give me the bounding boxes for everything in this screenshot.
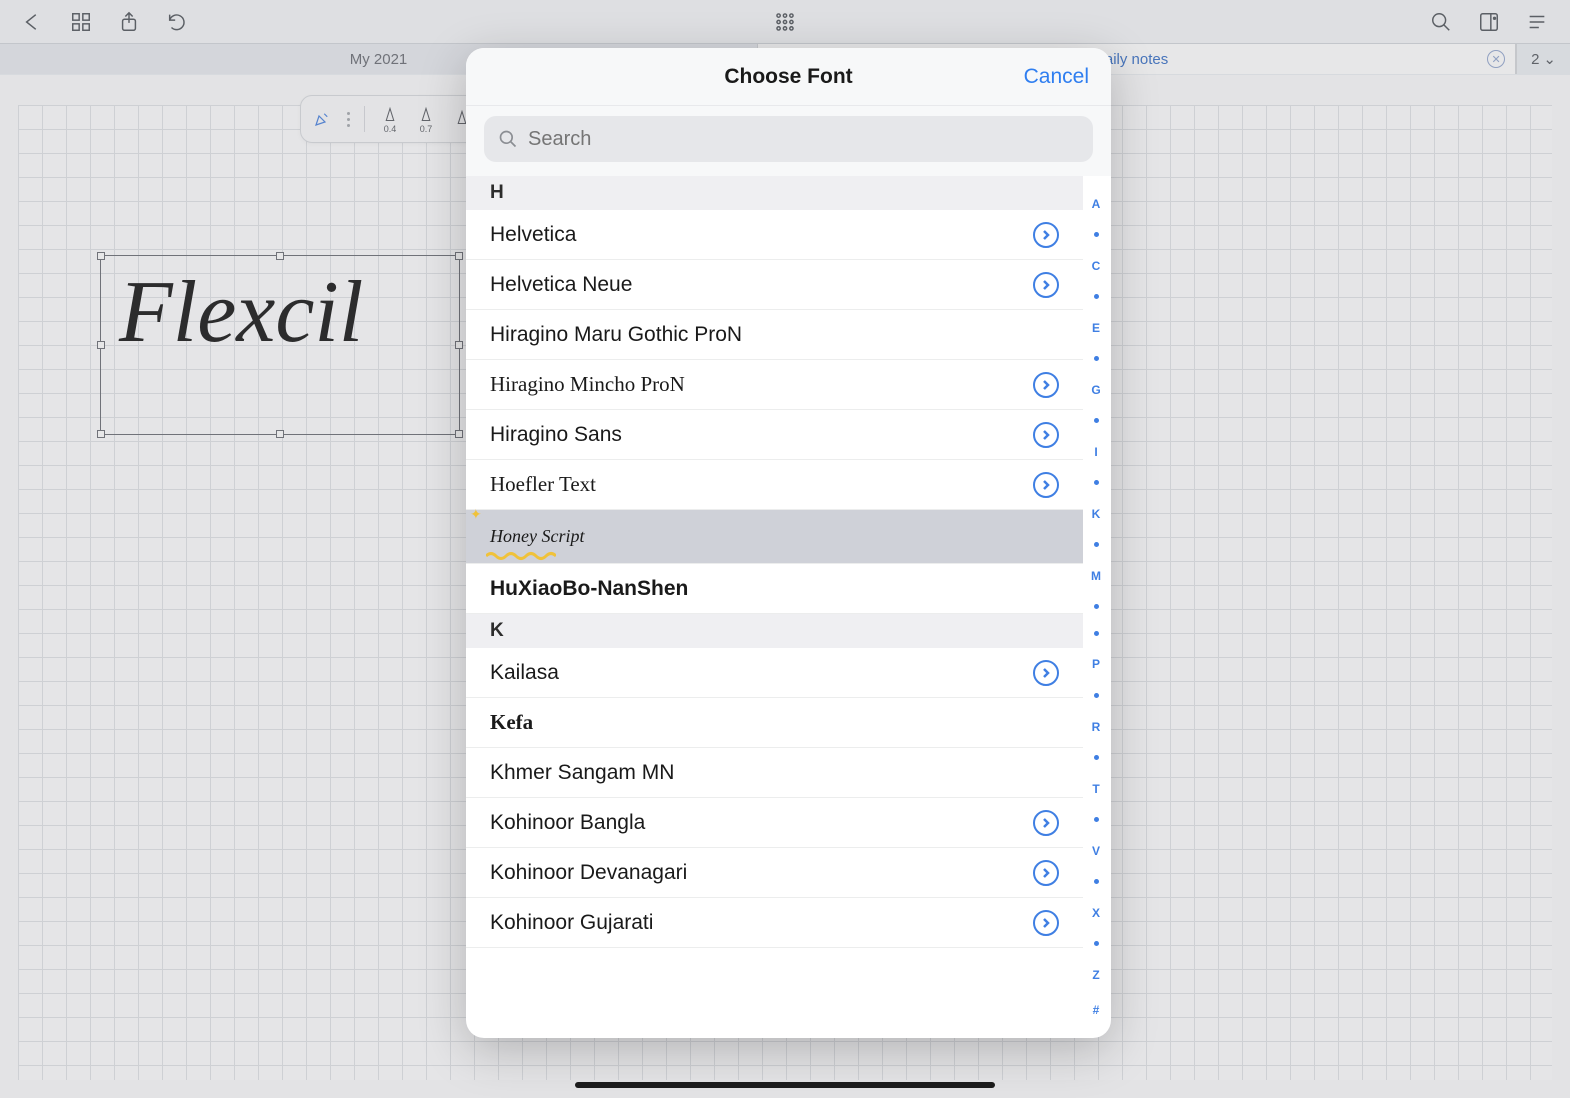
font-row-hiragino-sans[interactable]: Hiragino Sans — [466, 410, 1083, 460]
font-name: Kefa — [490, 710, 533, 735]
font-picker-modal: Choose Font Cancel H Helvetica Helvetica… — [466, 48, 1111, 1038]
index-dot[interactable] — [1094, 755, 1099, 760]
index-letter-t[interactable]: T — [1092, 782, 1099, 796]
font-row-kohinoor-gujarati[interactable]: Kohinoor Gujarati — [466, 898, 1083, 948]
index-dot[interactable] — [1094, 693, 1099, 698]
font-name: Honey Script — [490, 526, 584, 547]
index-dot[interactable] — [1094, 604, 1099, 609]
index-letter-m[interactable]: M — [1091, 569, 1101, 583]
detail-icon[interactable] — [1033, 422, 1059, 448]
font-row-kailasa[interactable]: Kailasa — [466, 648, 1083, 698]
index-letter-r[interactable]: R — [1092, 720, 1101, 734]
modal-header: Choose Font Cancel — [466, 48, 1111, 106]
cancel-button[interactable]: Cancel — [1024, 65, 1089, 89]
detail-icon[interactable] — [1033, 472, 1059, 498]
section-header-h: H — [466, 176, 1083, 210]
font-name: Kohinoor Bangla — [490, 811, 645, 835]
index-letter-a[interactable]: A — [1092, 197, 1101, 211]
index-dot[interactable] — [1094, 232, 1099, 237]
font-row-hoefler[interactable]: Hoefler Text — [466, 460, 1083, 510]
index-dot[interactable] — [1094, 542, 1099, 547]
index-letter-k[interactable]: K — [1092, 507, 1101, 521]
detail-icon[interactable] — [1033, 860, 1059, 886]
section-header-k: K — [466, 614, 1083, 648]
font-row-helvetica[interactable]: Helvetica — [466, 210, 1083, 260]
index-dot[interactable] — [1094, 631, 1099, 636]
home-indicator[interactable] — [575, 1082, 995, 1088]
index-dot[interactable] — [1094, 356, 1099, 361]
font-name: Kailasa — [490, 661, 559, 685]
detail-icon[interactable] — [1033, 810, 1059, 836]
index-letter-p[interactable]: P — [1092, 657, 1100, 671]
font-name: Hiragino Mincho ProN — [490, 372, 685, 397]
index-letter-e[interactable]: E — [1092, 321, 1100, 335]
index-dot[interactable] — [1094, 418, 1099, 423]
squiggle-underline-icon — [486, 551, 556, 561]
modal-title: Choose Font — [724, 65, 852, 89]
font-row-kohinoor-devanagari[interactable]: Kohinoor Devanagari — [466, 848, 1083, 898]
detail-icon[interactable] — [1033, 272, 1059, 298]
font-row-huxiaobo[interactable]: HuXiaoBo-NanShen — [466, 564, 1083, 614]
font-name: Helvetica Neue — [490, 273, 632, 297]
font-row-kefa[interactable]: Kefa — [466, 698, 1083, 748]
font-name: Helvetica — [490, 223, 576, 247]
index-dot[interactable] — [1094, 294, 1099, 299]
index-dot[interactable] — [1094, 879, 1099, 884]
font-name: Khmer Sangam MN — [490, 761, 674, 785]
search-icon — [498, 129, 518, 149]
detail-icon[interactable] — [1033, 660, 1059, 686]
index-dot[interactable] — [1094, 480, 1099, 485]
index-letter-v[interactable]: V — [1092, 844, 1100, 858]
font-name: HuXiaoBo-NanShen — [490, 577, 688, 601]
index-letter-z[interactable]: Z — [1092, 968, 1099, 982]
index-letter-x[interactable]: X — [1092, 906, 1100, 920]
search-box[interactable] — [484, 116, 1093, 162]
font-list[interactable]: H Helvetica Helvetica Neue Hiragino Maru… — [466, 176, 1083, 1038]
detail-icon[interactable] — [1033, 910, 1059, 936]
index-letter-#[interactable]: # — [1093, 1003, 1100, 1017]
index-letter-g[interactable]: G — [1091, 383, 1100, 397]
index-letter-c[interactable]: C — [1092, 259, 1101, 273]
sparkle-icon: ✦ — [470, 506, 482, 523]
index-dot[interactable] — [1094, 941, 1099, 946]
font-row-hiragino-mincho[interactable]: Hiragino Mincho ProN — [466, 360, 1083, 410]
font-row-helvetica-neue[interactable]: Helvetica Neue — [466, 260, 1083, 310]
alphabet-index[interactable]: A C E G I K M P R T V X Z # — [1085, 186, 1107, 1028]
index-letter-i[interactable]: I — [1094, 445, 1097, 459]
font-name: Kohinoor Devanagari — [490, 861, 687, 885]
font-row-khmer[interactable]: Khmer Sangam MN — [466, 748, 1083, 798]
font-row-hiragino-maru[interactable]: Hiragino Maru Gothic ProN — [466, 310, 1083, 360]
font-name: Kohinoor Gujarati — [490, 911, 653, 935]
detail-icon[interactable] — [1033, 222, 1059, 248]
index-dot[interactable] — [1094, 817, 1099, 822]
font-name: Hiragino Sans — [490, 423, 622, 447]
font-row-kohinoor-bangla[interactable]: Kohinoor Bangla — [466, 798, 1083, 848]
detail-icon[interactable] — [1033, 372, 1059, 398]
search-input[interactable] — [528, 128, 1079, 151]
font-row-honey-script[interactable]: ✦ Honey Script — [466, 510, 1083, 564]
font-name: Hoefler Text — [490, 472, 596, 497]
font-name: Hiragino Maru Gothic ProN — [490, 323, 742, 347]
